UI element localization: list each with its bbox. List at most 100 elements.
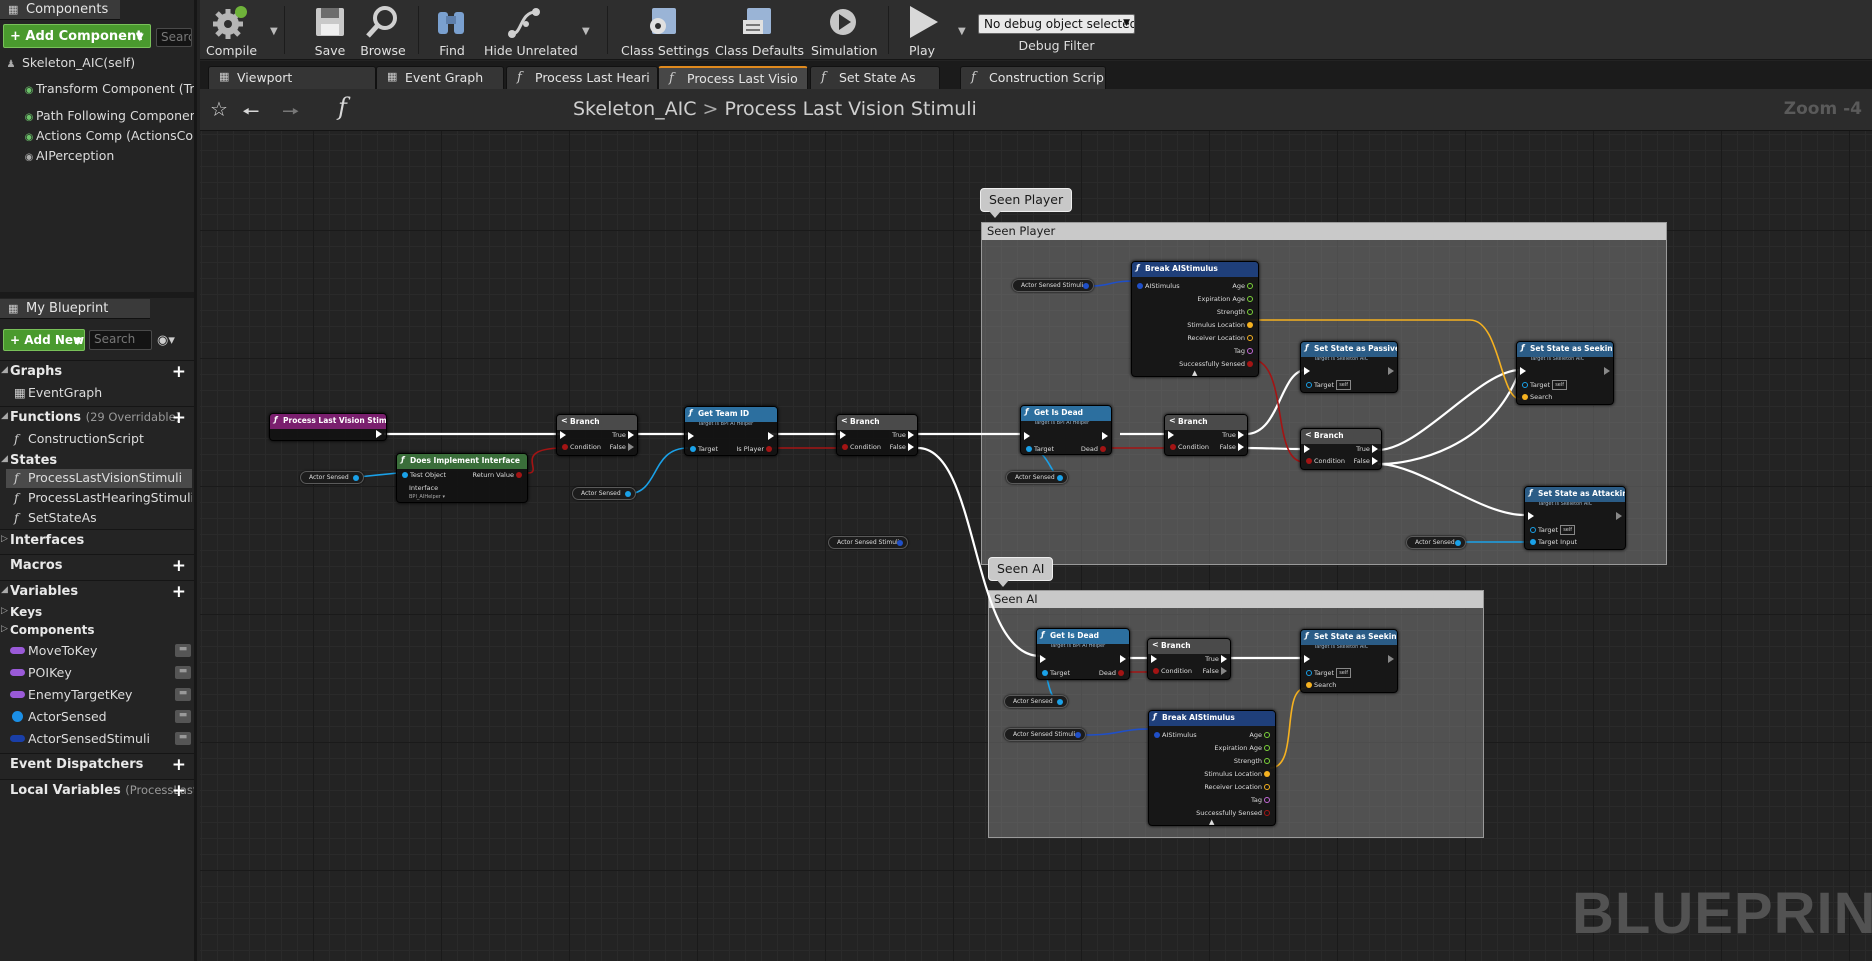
set-state-seeking-node[interactable]: Set State as Seeking Target is Skeleton …	[1516, 341, 1614, 405]
true-pin[interactable]: True	[1222, 431, 1244, 439]
actor-sensed-getter[interactable]: Actor Sensed	[1004, 695, 1068, 708]
local-variables-category[interactable]: Local Variables (ProcessLastV+	[0, 779, 194, 801]
exec-out-pin[interactable]	[1120, 655, 1126, 663]
component-tree-transform[interactable]: ◉ Transform Component (Tran	[0, 81, 194, 100]
browse-button[interactable]: Browse	[359, 2, 407, 58]
true-pin[interactable]: True	[1205, 655, 1227, 663]
exec-in-pin[interactable]	[840, 431, 846, 439]
aistimulus-in-pin[interactable]: AIStimulus	[1135, 282, 1180, 290]
branch-node[interactable]: Branch True Condition False	[836, 414, 918, 456]
target-pin[interactable]: Target self	[1304, 380, 1352, 390]
exec-out-pin[interactable]	[1616, 512, 1622, 520]
add-dispatcher-button[interactable]: +	[172, 755, 186, 775]
actor-sensed-getter[interactable]: Actor Sensed	[572, 487, 636, 500]
actor-sensed-stimuli-getter[interactable]: Actor Sensed Stimuli	[1004, 728, 1086, 741]
receiver-location-pin[interactable]: Receiver Location	[1187, 334, 1255, 342]
output-pin[interactable]	[1057, 699, 1063, 705]
tab-process-last-vision[interactable]: f Process Last Visio	[658, 66, 808, 89]
target-pin[interactable]: Target self	[1528, 525, 1576, 535]
tag-pin[interactable]: Tag	[1234, 347, 1255, 355]
output-pin[interactable]	[1455, 540, 1461, 546]
tab-viewport[interactable]: ▦ Viewport	[208, 66, 376, 89]
successfully-sensed-pin[interactable]: Successfully Sensed	[1179, 360, 1255, 368]
exec-out-pin[interactable]	[1388, 367, 1394, 375]
dead-pin[interactable]: Dead	[1099, 669, 1126, 677]
exec-out-pin[interactable]	[768, 432, 774, 440]
tab-event-graph[interactable]: ▦ Event Graph	[376, 66, 504, 89]
false-pin[interactable]: False	[1220, 443, 1244, 451]
output-pin[interactable]	[897, 540, 903, 546]
exec-in-pin[interactable]	[1304, 367, 1310, 375]
target-pin[interactable]: Target self	[1520, 380, 1568, 390]
compile-button[interactable]: Compile	[206, 2, 257, 58]
interfaces-category[interactable]: ▷ Interfaces	[0, 529, 194, 551]
stimulus-location-pin[interactable]: Stimulus Location	[1187, 321, 1255, 329]
functions-category[interactable]: ◢ Functions (29 Overridable) +	[0, 406, 194, 428]
exec-in-pin[interactable]	[1520, 367, 1526, 375]
actor-sensed-stimuli-getter[interactable]: Actor Sensed Stimuli	[828, 536, 908, 549]
collapse-arrow-icon[interactable]: ▲	[1209, 818, 1214, 826]
output-pin[interactable]	[1057, 475, 1063, 481]
receiver-location-pin[interactable]: Receiver Location	[1204, 783, 1272, 791]
variable-item[interactable]: POIKey ▬	[6, 663, 194, 683]
forward-arrow-icon[interactable]: 🠖	[282, 97, 300, 131]
tab-set-state-as[interactable]: f Set State As	[810, 66, 940, 89]
comment-bubble-seen-ai[interactable]: Seen AI	[988, 557, 1054, 587]
macros-category[interactable]: Macros +	[0, 554, 194, 576]
age-pin[interactable]: Age	[1232, 282, 1255, 290]
true-pin[interactable]: True	[1356, 445, 1378, 453]
tab-construction-script[interactable]: f Construction Scrip	[960, 66, 1106, 89]
actor-sensed-getter[interactable]: Actor Sensed	[1006, 471, 1068, 484]
play-button[interactable]: Play	[902, 2, 942, 58]
get-is-dead-node[interactable]: Get Is Dead Target is BPI AI Helper Targ…	[1020, 405, 1112, 455]
get-team-id-node[interactable]: Get Team ID Target is BPI AI Helper Targ…	[684, 406, 778, 456]
set-state-seeking-node[interactable]: Set State as Seeking Target is Skeleton …	[1300, 629, 1398, 693]
collapse-arrow-icon[interactable]: ▲	[1192, 369, 1197, 377]
component-tree-path[interactable]: ◉ Path Following Component	[0, 108, 194, 127]
play-options-caret-icon[interactable]: ▼	[958, 26, 966, 37]
variables-category[interactable]: ◢ Variables +	[0, 580, 194, 602]
exec-in-pin[interactable]	[1168, 431, 1174, 439]
actor-sensed-stimuli-getter[interactable]: Actor Sensed Stimuli	[1012, 279, 1094, 292]
exec-in-pin[interactable]	[688, 432, 694, 440]
target-pin[interactable]: Target self	[1304, 668, 1352, 678]
branch-node[interactable]: Branch True Condition False	[1147, 638, 1231, 680]
dead-pin[interactable]: Dead	[1081, 445, 1108, 453]
add-function-button[interactable]: +	[172, 408, 186, 428]
false-pin[interactable]: False	[890, 443, 914, 451]
condition-pin[interactable]: Condition	[1304, 457, 1345, 465]
target-pin[interactable]: Target	[688, 445, 718, 453]
class-defaults-button[interactable]: Class Defaults	[715, 2, 804, 58]
true-pin[interactable]: True	[892, 431, 914, 439]
function-item-setstateas[interactable]: f SetStateAs	[6, 509, 192, 528]
break-aistimulus-node[interactable]: Break AIStimulus AIStimulus Age Expirati…	[1148, 710, 1276, 826]
tab-process-last-hearing[interactable]: f Process Last Heari	[506, 66, 658, 89]
false-pin[interactable]: False	[1203, 667, 1227, 675]
add-variable-button[interactable]: +	[172, 582, 186, 602]
breadcrumb-graph[interactable]: Process Last Vision Stimuli	[724, 98, 976, 120]
exec-in-pin[interactable]	[1024, 432, 1030, 440]
stimulus-location-pin[interactable]: Stimulus Location	[1204, 770, 1272, 778]
back-arrow-icon[interactable]: 🠔	[242, 97, 260, 131]
exec-in-pin[interactable]	[1151, 655, 1157, 663]
expiration-age-pin[interactable]: Expiration Age	[1197, 295, 1255, 303]
comment-bubble-seen-player[interactable]: Seen Player	[980, 188, 1073, 218]
target-pin[interactable]: Target	[1040, 669, 1070, 677]
variable-item[interactable]: MoveToKey ▬	[6, 641, 194, 661]
search-pin[interactable]: Search	[1304, 681, 1336, 689]
add-local-variable-button[interactable]: +	[172, 781, 186, 801]
false-pin[interactable]: False	[610, 443, 634, 451]
search-pin[interactable]: Search	[1520, 393, 1552, 401]
compile-options-caret-icon[interactable]: ▼	[270, 26, 278, 37]
break-aistimulus-node[interactable]: Break AIStimulus AIStimulus Age Expirati…	[1131, 261, 1259, 377]
hide-unrelated-button[interactable]: Hide Unrelated	[484, 2, 578, 58]
panel-splitter[interactable]	[0, 292, 194, 298]
find-button[interactable]: Find	[430, 2, 474, 58]
expiration-age-pin[interactable]: Expiration Age	[1214, 744, 1272, 752]
output-pin[interactable]	[625, 491, 631, 497]
get-is-dead-node[interactable]: Get Is Dead Target is BPI AI Helper Targ…	[1036, 628, 1130, 680]
condition-pin[interactable]: Condition	[840, 443, 881, 451]
component-tree-aiperception[interactable]: ◉ AIPerception	[0, 148, 194, 167]
visibility-eye-icon[interactable]: ▬	[175, 644, 191, 657]
function-item-processlasthearingstimuli[interactable]: f ProcessLastHearingStimuli	[6, 489, 192, 508]
